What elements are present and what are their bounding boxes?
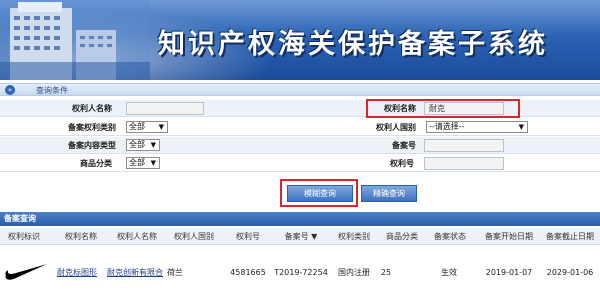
record-no-label: 备案号 bbox=[392, 141, 416, 150]
form-row-3: 备案内容类型 全部 ▼ 备案号 bbox=[0, 137, 600, 154]
holder-country-label: 权利人国别 bbox=[376, 123, 416, 132]
holder-name-input[interactable] bbox=[126, 102, 204, 115]
right-no-input[interactable] bbox=[424, 157, 504, 170]
holder-country-select[interactable]: --请选择-- ▼ bbox=[426, 121, 528, 133]
col-goods-class: 商品分类 bbox=[386, 232, 418, 241]
cell-record-no: T2019-72254 bbox=[274, 268, 328, 277]
cell-right-no: 4581665 bbox=[230, 268, 266, 277]
col-right-no: 权利号 bbox=[236, 232, 260, 241]
cell-right-category: 国内注册 bbox=[338, 268, 370, 277]
query-conditions-label: 查询条件 bbox=[36, 86, 68, 95]
exact-search-button[interactable]: 精确查询 bbox=[361, 185, 417, 202]
building-image bbox=[0, 0, 150, 80]
query-conditions-bar: » 查询条件 bbox=[0, 83, 600, 96]
form-row-2: 备案权利类别 全部 ▼ 权利人国别 --请选择-- ▼ bbox=[0, 119, 600, 136]
right-category-label: 备案权利类别 bbox=[68, 123, 116, 132]
goods-class-value: 全部 bbox=[129, 158, 145, 167]
chevron-down-icon: ▼ bbox=[158, 123, 164, 131]
col-start-date: 备案开始日期 bbox=[485, 232, 533, 241]
right-name-highlight bbox=[366, 99, 520, 118]
form-row-4: 商品分类 全部 ▼ 权利号 bbox=[0, 155, 600, 172]
col-right-mark: 权利标识 bbox=[8, 232, 40, 241]
table-row[interactable]: 耐克标图形 耐克创新有限合 荷兰 4581665 T2019-72254 国内注… bbox=[0, 246, 600, 301]
cell-goods-class: 25 bbox=[380, 268, 392, 277]
cell-record-status: 生效 bbox=[441, 268, 457, 277]
goods-class-select[interactable]: 全部 ▼ bbox=[126, 157, 160, 169]
record-no-input[interactable] bbox=[424, 139, 504, 152]
goods-class-label: 商品分类 bbox=[80, 159, 112, 168]
chevron-down-icon: ▼ bbox=[150, 159, 156, 167]
double-arrow-icon[interactable]: » bbox=[5, 85, 15, 95]
fuzzy-search-highlight bbox=[280, 179, 358, 207]
right-category-select[interactable]: 全部 ▼ bbox=[126, 121, 168, 133]
col-right-name: 权利名称 bbox=[65, 232, 97, 241]
nike-swoosh-logo bbox=[5, 264, 47, 280]
col-record-status: 备案状态 bbox=[434, 232, 466, 241]
cell-holder-name[interactable]: 耐克创新有限合 bbox=[107, 267, 163, 279]
right-no-label: 权利号 bbox=[390, 159, 414, 168]
results-title-bar: 备案查询 bbox=[0, 212, 600, 226]
content-type-label: 备案内容类型 bbox=[68, 141, 116, 150]
banner-title: 知识产权海关保护备案子系统 bbox=[158, 29, 548, 60]
results-table-header: 权利标识 权利名称 权利人名称 权利人国别 权利号 备案号 ▼ 权利类别 商品分… bbox=[0, 228, 600, 245]
col-record-no[interactable]: 备案号 ▼ bbox=[272, 228, 330, 245]
content-type-select[interactable]: 全部 ▼ bbox=[126, 139, 160, 151]
content-type-value: 全部 bbox=[129, 140, 145, 149]
col-holder-country: 权利人国别 bbox=[174, 232, 214, 241]
holder-name-label: 权利人名称 bbox=[72, 104, 112, 113]
chevron-down-icon: ▼ bbox=[150, 141, 156, 149]
cell-right-name[interactable]: 耐克标图形 bbox=[52, 267, 102, 279]
right-category-value: 全部 bbox=[129, 122, 145, 131]
col-end-date: 备案截止日期 bbox=[546, 232, 594, 241]
cell-holder-country: 荷兰 bbox=[167, 268, 183, 277]
col-holder-name: 权利人名称 bbox=[117, 232, 157, 241]
cell-start-date: 2019-01-07 bbox=[485, 268, 533, 277]
cell-end-date: 2029-01-06 bbox=[546, 268, 594, 277]
holder-country-value: --请选择-- bbox=[429, 122, 465, 131]
chevron-down-icon: ▼ bbox=[518, 123, 524, 131]
col-right-category: 权利类别 bbox=[338, 232, 370, 241]
header-banner: 知识产权海关保护备案子系统 bbox=[0, 0, 600, 80]
